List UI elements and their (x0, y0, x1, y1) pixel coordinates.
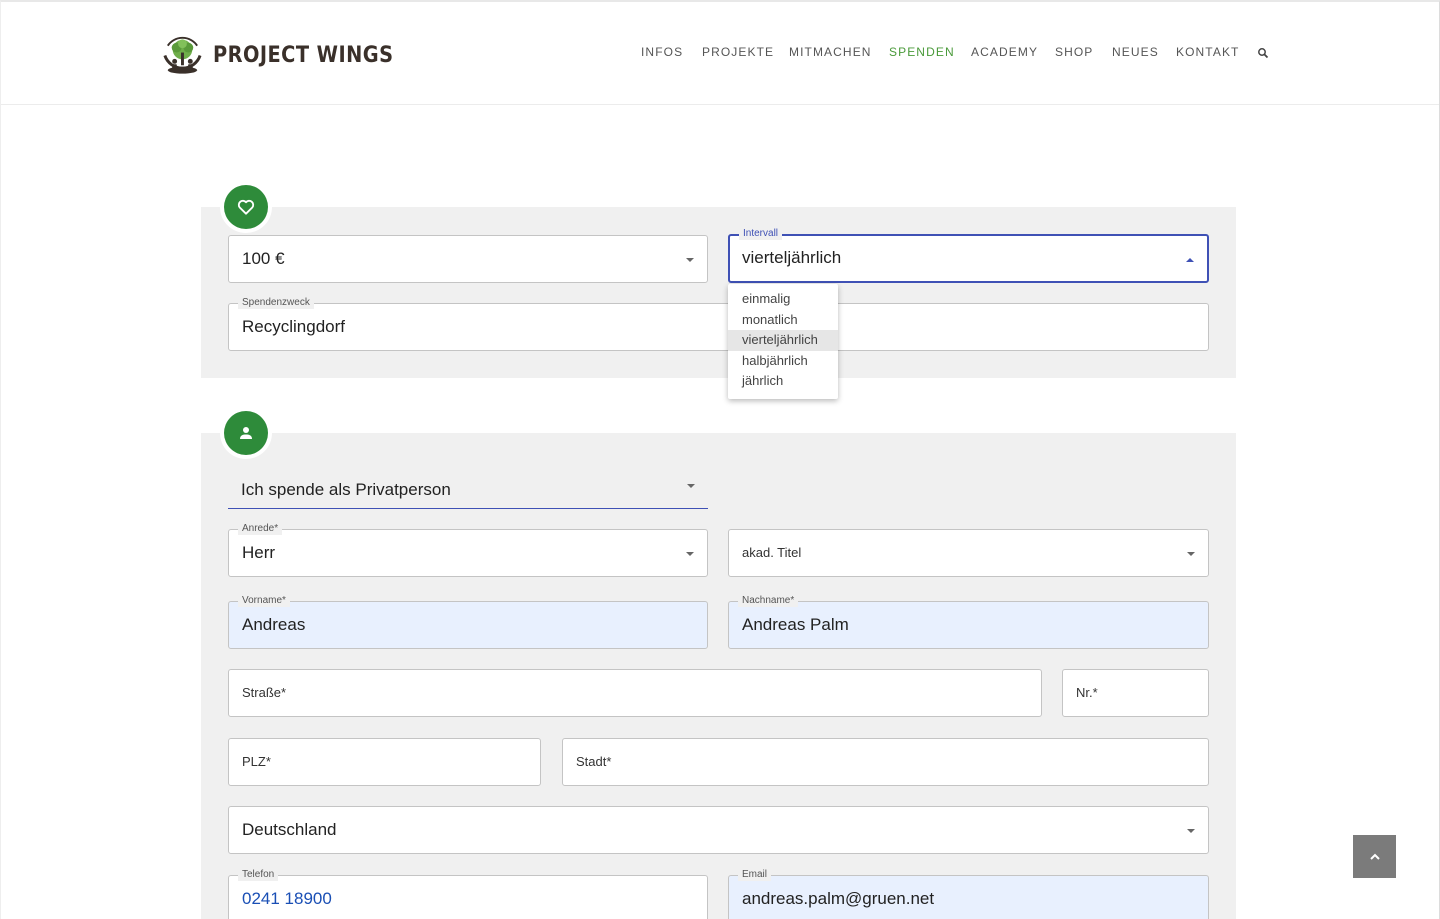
tree-logo-icon (163, 36, 202, 74)
heart-icon (237, 199, 255, 215)
donation-section-badge (220, 181, 272, 233)
purpose-label: Spendenzweck (238, 297, 314, 309)
donor-type-value: Ich spende als Privatperson (241, 480, 451, 499)
site-header: PROJECT WINGS INFOS PROJEKTE MITMACHEN S… (1, 2, 1439, 105)
firstname-value: Andreas (242, 615, 306, 634)
amount-select[interactable]: 100 € (228, 235, 708, 283)
donation-panel (201, 207, 1236, 378)
lastname-field[interactable]: Nachname* Andreas Palm (728, 595, 1209, 649)
interval-label: Intervall (739, 228, 783, 240)
phone-label: Telefon (238, 869, 279, 881)
salutation-select[interactable]: Anrede* Herr (228, 523, 708, 577)
chevron-down-icon (1187, 552, 1195, 556)
phone-field[interactable]: Telefon 0241 18900 (228, 869, 708, 919)
academic-title-select[interactable]: akad. Titel (728, 529, 1209, 577)
interval-options-menu: einmalig monatlich vierteljährlich halbj… (728, 284, 838, 399)
interval-option-einmalig[interactable]: einmalig (728, 289, 838, 310)
person-icon (240, 427, 252, 439)
search-icon[interactable] (1257, 47, 1269, 59)
amount-value: 100 € (242, 249, 285, 268)
academic-title-placeholder: akad. Titel (742, 545, 802, 560)
nav-item-projekte[interactable]: PROJEKTE (702, 45, 774, 59)
chevron-down-icon (686, 552, 694, 556)
zip-field[interactable]: PLZ* (228, 738, 541, 786)
email-label: Email (738, 869, 772, 881)
house-number-placeholder: Nr.* (1076, 685, 1098, 700)
firstname-field[interactable]: Vorname* Andreas (228, 595, 708, 649)
chevron-up-icon (1369, 853, 1380, 860)
street-placeholder: Straße* (242, 685, 287, 700)
chevron-down-icon (686, 258, 694, 262)
phone-value: 0241 18900 (242, 889, 332, 908)
zip-placeholder: PLZ* (242, 754, 271, 769)
city-field[interactable]: Stadt* (562, 738, 1209, 786)
interval-option-jaehrlich[interactable]: jährlich (728, 371, 838, 392)
interval-value: vierteljährlich (742, 248, 842, 267)
donor-type-select[interactable]: Ich spende als Privatperson (228, 472, 708, 509)
chevron-down-icon (687, 484, 695, 488)
interval-select[interactable]: Intervall vierteljährlich (728, 228, 1209, 283)
nav-item-academy[interactable]: ACADEMY (971, 45, 1038, 59)
house-number-field[interactable]: Nr.* (1062, 669, 1209, 717)
brand-name: PROJECT WINGS (212, 42, 394, 68)
country-value: Deutschland (242, 820, 337, 839)
nav-item-shop[interactable]: SHOP (1055, 45, 1093, 59)
firstname-label: Vorname* (238, 595, 290, 607)
nav-item-mitmachen[interactable]: MITMACHEN (789, 45, 872, 59)
street-field[interactable]: Straße* (228, 669, 1042, 717)
email-field[interactable]: Email andreas.palm@gruen.net (728, 869, 1209, 919)
chevron-up-icon (1186, 258, 1194, 262)
interval-option-monatlich[interactable]: monatlich (728, 310, 838, 331)
person-section-badge (220, 407, 272, 459)
logo[interactable]: PROJECT WINGS (158, 16, 418, 94)
nav-item-kontakt[interactable]: KONTAKT (1176, 45, 1239, 59)
purpose-select[interactable]: Spendenzweck Recyclingdorf (228, 297, 1209, 351)
nav-item-infos[interactable]: INFOS (641, 45, 683, 59)
scroll-to-top-button[interactable] (1353, 835, 1396, 878)
interval-option-halbjaehrlich[interactable]: halbjährlich (728, 351, 838, 372)
salutation-label: Anrede* (238, 523, 283, 535)
city-placeholder: Stadt* (576, 754, 612, 769)
purpose-value: Recyclingdorf (242, 317, 345, 336)
interval-option-vierteljaehrlich[interactable]: vierteljährlich (728, 330, 838, 351)
lastname-label: Nachname* (738, 595, 799, 607)
chevron-down-icon (1187, 829, 1195, 833)
nav-item-neues[interactable]: NEUES (1112, 45, 1159, 59)
lastname-value: Andreas Palm (742, 615, 849, 634)
country-select[interactable]: Deutschland (228, 806, 1209, 854)
salutation-value: Herr (242, 543, 276, 562)
page: PROJECT WINGS INFOS PROJEKTE MITMACHEN S… (0, 0, 1440, 919)
nav-item-spenden[interactable]: SPENDEN (889, 45, 955, 59)
email-value: andreas.palm@gruen.net (742, 889, 935, 908)
